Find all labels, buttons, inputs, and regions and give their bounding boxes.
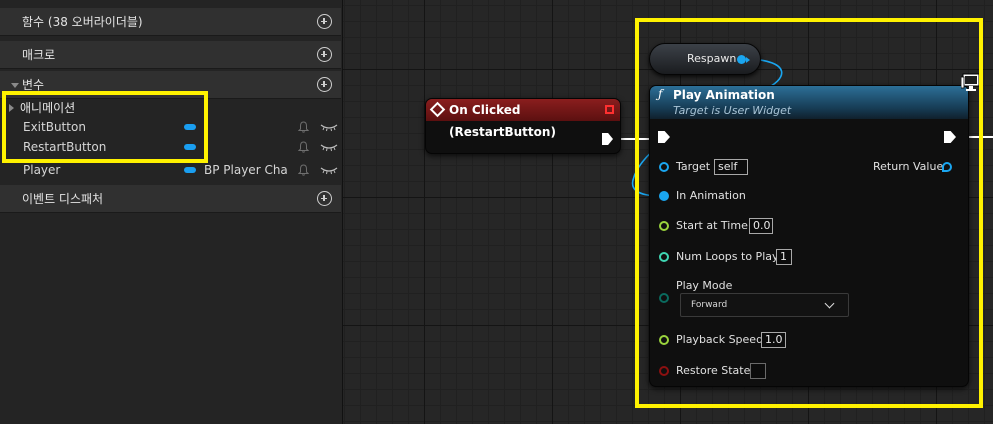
object-type-pill-icon (184, 167, 196, 173)
macros-section-header[interactable]: 매크로 (0, 41, 341, 69)
expand-caret-icon[interactable] (11, 83, 19, 88)
functions-label: 함수 (38 오버라이더블) (22, 15, 143, 29)
eye-icon[interactable] (320, 142, 338, 152)
add-variable-icon[interactable] (317, 77, 332, 92)
my-blueprint-panel: 함수 (38 오버라이더블) 매크로 변수 애니메이션 ExitButton R… (0, 0, 343, 424)
bell-icon[interactable] (298, 141, 309, 153)
variable-name: Player (23, 163, 61, 177)
bell-icon[interactable] (298, 164, 309, 176)
eye-icon[interactable] (320, 165, 338, 175)
variables-label: 변수 (22, 78, 45, 92)
macros-label: 매크로 (22, 48, 56, 62)
event-node-title: On Clicked (RestartButton) (449, 103, 556, 139)
variables-highlight-box (2, 91, 208, 163)
play-animation-highlight-box (635, 18, 983, 408)
exec-output-pin[interactable] (602, 133, 613, 145)
variable-type: BP Player Character (204, 163, 288, 177)
eye-icon[interactable] (320, 122, 338, 132)
event-diamond-icon (429, 101, 446, 118)
stop-icon (605, 105, 614, 114)
add-dispatcher-icon[interactable] (317, 191, 332, 206)
blueprint-editor: 함수 (38 오버라이더블) 매크로 변수 애니메이션 ExitButton R… (0, 0, 993, 424)
bell-icon[interactable] (298, 121, 309, 133)
event-node-on-clicked[interactable]: On Clicked (RestartButton) (425, 98, 621, 154)
event-dispatchers-section-header[interactable]: 이벤트 디스패처 (0, 185, 341, 213)
functions-section-header[interactable]: 함수 (38 오버라이더블) (0, 8, 341, 36)
dispatchers-label: 이벤트 디스패처 (22, 192, 104, 206)
add-function-icon[interactable] (317, 14, 332, 29)
event-node-header[interactable]: On Clicked (RestartButton) (426, 99, 620, 139)
add-macro-icon[interactable] (317, 47, 332, 62)
variable-row-player[interactable]: Player BP Player Character (0, 160, 341, 180)
